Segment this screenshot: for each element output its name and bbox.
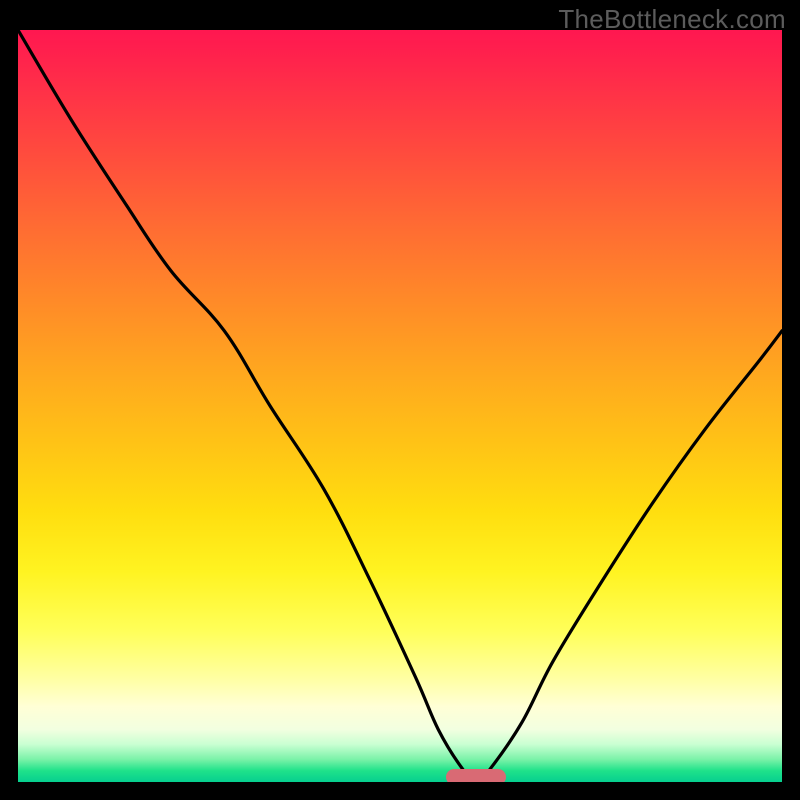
plot-area [18, 30, 782, 782]
min-marker [446, 769, 506, 782]
curve-layer [18, 30, 782, 782]
chart-frame: TheBottleneck.com [0, 0, 800, 800]
watermark-text: TheBottleneck.com [558, 4, 786, 35]
bottleneck-curve [18, 30, 782, 782]
